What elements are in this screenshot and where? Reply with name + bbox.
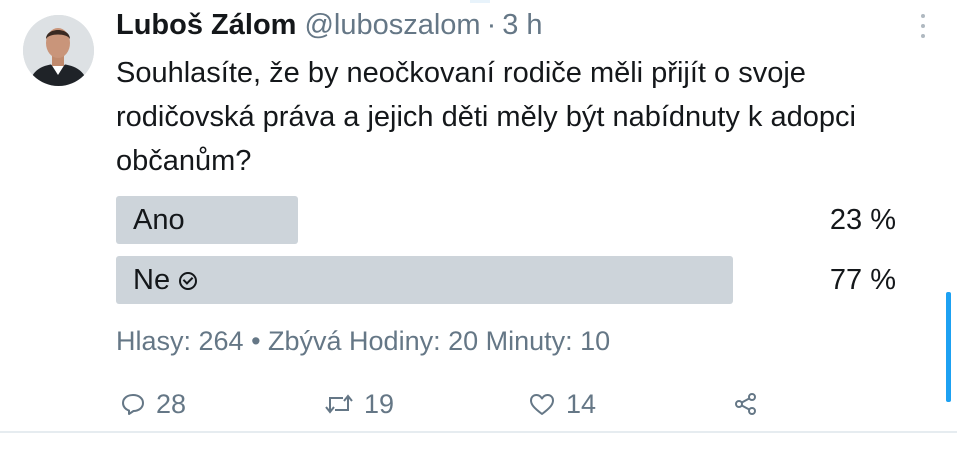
- divider: [0, 431, 957, 433]
- check-circle-icon: [179, 272, 198, 290]
- avatar-image: [23, 15, 94, 86]
- poll-option-label: Ano: [133, 196, 185, 244]
- author-name[interactable]: Luboš Zálom: [116, 8, 296, 42]
- share-button[interactable]: [734, 384, 768, 424]
- poll-bar: [116, 256, 733, 304]
- poll-option-text: Ne: [133, 264, 171, 296]
- like-count: 14: [566, 388, 597, 419]
- tweet-text: Souhlasíte, že by neočkovaní rodiče měli…: [116, 57, 856, 177]
- more-vertical-icon[interactable]: [916, 14, 930, 38]
- reply-icon: [122, 394, 144, 415]
- tweet-header: Luboš Zálom @luboszalom · 3 h: [116, 8, 543, 42]
- avatar[interactable]: [23, 15, 94, 86]
- scrollbar[interactable]: [946, 292, 951, 402]
- reply-button[interactable]: 28: [120, 384, 186, 424]
- poll-option-percent: 77 %: [829, 264, 896, 296]
- like-button[interactable]: 14: [528, 384, 596, 424]
- poll-option-ne[interactable]: Ne 77 %: [116, 256, 896, 304]
- retweet-count: 19: [364, 388, 395, 419]
- tweet-timestamp[interactable]: 3 h: [502, 8, 542, 42]
- retweet-button[interactable]: 19: [324, 384, 394, 424]
- author-handle[interactable]: @luboszalom: [304, 8, 480, 42]
- share-icon: [735, 393, 756, 415]
- poll-meta: Hlasy: 264 • Zbývá Hodiny: 20 Minuty: 10: [116, 326, 611, 356]
- poll-option-text: Ano: [133, 204, 185, 236]
- poll-option-label: Ne: [133, 256, 198, 304]
- poll-option-percent: 23 %: [829, 204, 896, 236]
- heart-icon: [530, 394, 554, 415]
- retweet-icon: [325, 394, 353, 414]
- tweet-actions: 28 19 14: [116, 384, 776, 424]
- header-separator: ·: [486, 9, 497, 41]
- poll-option-ano[interactable]: Ano 23 %: [116, 196, 896, 244]
- reply-count: 28: [156, 388, 187, 419]
- top-edge-accent: [470, 0, 490, 3]
